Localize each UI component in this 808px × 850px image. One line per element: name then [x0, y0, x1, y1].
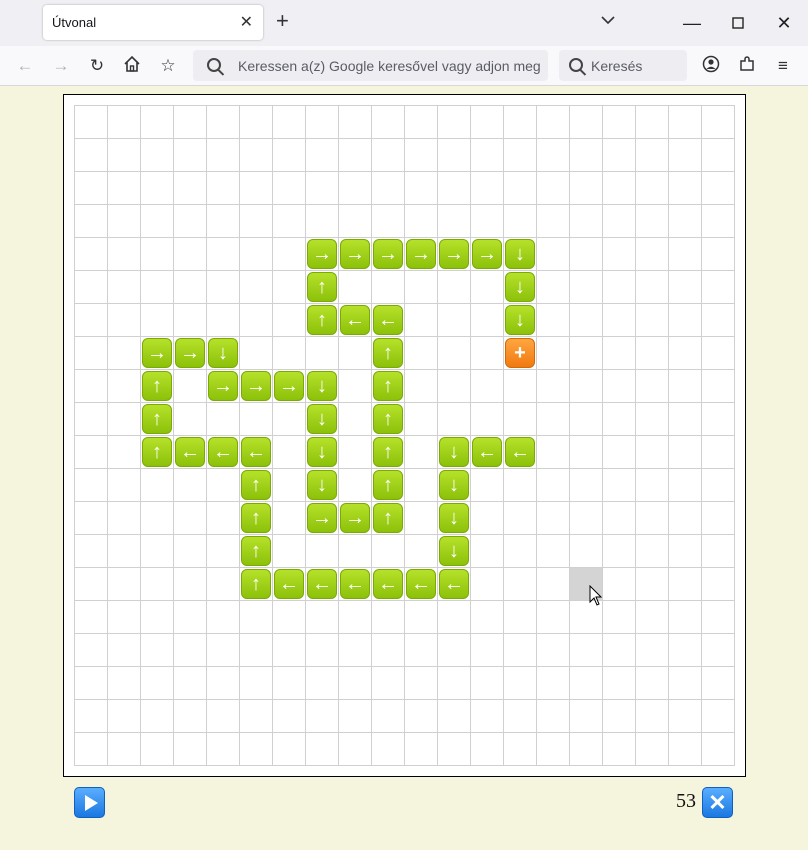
search-icon	[207, 58, 221, 72]
arrow-tile-up-icon[interactable]: ↑	[241, 569, 271, 599]
extensions-icon[interactable]	[736, 55, 758, 77]
arrow-tile-up-icon[interactable]: ↑	[373, 503, 403, 533]
arrow-tile-down-icon[interactable]: ↓	[307, 470, 337, 500]
arrow-tile-down-icon[interactable]: ↓	[439, 503, 469, 533]
arrow-tile-left-icon[interactable]: ←	[472, 437, 502, 467]
search-placeholder: Keresés	[591, 58, 643, 74]
arrow-tile-down-icon[interactable]: ↓	[439, 470, 469, 500]
arrow-tile-down-icon[interactable]: ↓	[208, 338, 238, 368]
arrow-tile-left-icon[interactable]: ←	[373, 569, 403, 599]
arrow-tile-right-icon[interactable]: →	[175, 338, 205, 368]
address-bar[interactable]: Keressen a(z) Google keresővel vagy adjo…	[193, 50, 548, 81]
arrow-tile-up-icon[interactable]: ↑	[373, 437, 403, 467]
arrow-tile-left-icon[interactable]: ←	[406, 569, 436, 599]
close-window-icon[interactable]: ✕	[769, 8, 799, 38]
arrow-tile-right-icon[interactable]: →	[406, 239, 436, 269]
arrow-tile-right-icon[interactable]: →	[340, 503, 370, 533]
arrow-tile-down-icon[interactable]: ↓	[307, 404, 337, 434]
forward-icon[interactable]: →	[50, 55, 72, 77]
arrow-tile-down-icon[interactable]: ↓	[505, 239, 535, 269]
arrow-tile-up-icon[interactable]: ↑	[241, 503, 271, 533]
arrow-tile-down-icon[interactable]: ↓	[439, 536, 469, 566]
tab-utvonal[interactable]: Útvonal ✕	[43, 5, 263, 40]
arrow-tile-down-icon[interactable]: ↓	[505, 272, 535, 302]
arrow-tile-left-icon[interactable]: ←	[373, 305, 403, 335]
arrow-tile-right-icon[interactable]: →	[274, 371, 304, 401]
menu-icon[interactable]: ≡	[772, 55, 794, 77]
home-icon[interactable]	[121, 55, 143, 77]
arrow-tile-down-icon[interactable]: ↓	[307, 371, 337, 401]
arrow-tile-down-icon[interactable]: ↓	[439, 437, 469, 467]
address-placeholder: Keressen a(z) Google keresővel vagy adjo…	[238, 58, 543, 74]
account-icon[interactable]	[700, 55, 722, 77]
arrow-tile-down-icon[interactable]: ↓	[505, 305, 535, 335]
arrow-tile-up-icon[interactable]: ↑	[373, 338, 403, 368]
arrow-tile-left-icon[interactable]: ←	[208, 437, 238, 467]
reload-icon[interactable]: ↻	[86, 55, 108, 77]
arrow-tile-up-icon[interactable]: ↑	[307, 272, 337, 302]
bookmark-star-icon[interactable]: ☆	[157, 55, 179, 77]
maximize-icon[interactable]	[723, 8, 753, 38]
arrow-tile-up-icon[interactable]: ↑	[241, 536, 271, 566]
arrow-tile-right-icon[interactable]: →	[340, 239, 370, 269]
arrow-tile-left-icon[interactable]: ←	[307, 569, 337, 599]
clear-button[interactable]: ✕	[702, 787, 733, 818]
arrow-tile-up-icon[interactable]: ↑	[307, 305, 337, 335]
arrow-tile-right-icon[interactable]: →	[472, 239, 502, 269]
arrow-tile-up-icon[interactable]: ↑	[373, 404, 403, 434]
arrow-tile-left-icon[interactable]: ←	[274, 569, 304, 599]
arrow-tile-left-icon[interactable]: ←	[241, 437, 271, 467]
arrow-tile-right-icon[interactable]: →	[373, 239, 403, 269]
tab-bar: Útvonal ✕ + — ✕	[0, 0, 808, 46]
arrow-tile-left-icon[interactable]: ←	[340, 569, 370, 599]
arrow-tile-up-icon[interactable]: ↑	[373, 470, 403, 500]
navigation-bar: ← → ↻ ☆ Keressen a(z) Google keresővel v…	[0, 46, 808, 85]
minimize-icon[interactable]: —	[677, 8, 707, 38]
arrow-tile-right-icon[interactable]: →	[307, 503, 337, 533]
mouse-cursor-icon	[589, 585, 603, 606]
arrow-tile-up-icon[interactable]: ↑	[241, 470, 271, 500]
arrow-tile-up-icon[interactable]: ↑	[142, 371, 172, 401]
arrow-tile-up-icon[interactable]: ↑	[142, 437, 172, 467]
tab-close-icon[interactable]: ✕	[240, 12, 253, 32]
arrow-tile-up-icon[interactable]: ↑	[373, 371, 403, 401]
new-tab-button[interactable]: +	[276, 10, 289, 32]
arrow-tile-left-icon[interactable]: ←	[505, 437, 535, 467]
arrow-tile-left-icon[interactable]: ←	[340, 305, 370, 335]
arrow-tile-right-icon[interactable]: →	[439, 239, 469, 269]
arrow-tile-right-icon[interactable]: →	[208, 371, 238, 401]
browser-chrome: Útvonal ✕ + — ✕ ← → ↻ ☆ Keressen a(z) Go…	[0, 0, 808, 86]
arrow-tile-down-icon[interactable]: ↓	[307, 437, 337, 467]
arrow-tile-left-icon[interactable]: ←	[439, 569, 469, 599]
game-grid[interactable]	[74, 105, 735, 766]
arrow-tile-right-icon[interactable]: →	[307, 239, 337, 269]
back-icon[interactable]: ←	[14, 55, 36, 77]
arrow-tile-right-icon[interactable]: →	[142, 338, 172, 368]
play-button[interactable]	[74, 787, 105, 818]
search-icon	[569, 58, 583, 72]
arrow-tile-left-icon[interactable]: ←	[175, 437, 205, 467]
search-bar[interactable]: Keresés	[559, 50, 687, 81]
arrow-tile-right-icon[interactable]: →	[241, 371, 271, 401]
tab-title: Útvonal	[52, 15, 97, 30]
arrow-tile-up-icon[interactable]: ↑	[142, 404, 172, 434]
move-counter: 53	[676, 790, 696, 812]
start-tile-plus-icon[interactable]: +	[505, 338, 535, 368]
tab-list-chevron-icon[interactable]	[600, 13, 616, 29]
